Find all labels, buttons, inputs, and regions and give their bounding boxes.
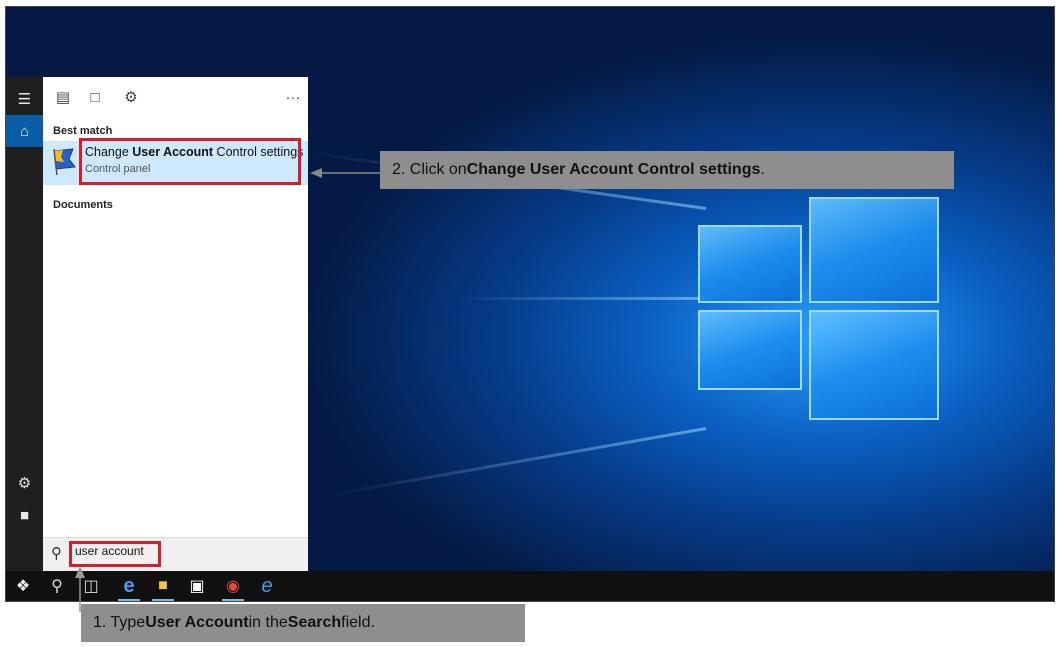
best-match-heading: Best match bbox=[53, 125, 113, 137]
chrome-icon[interactable]: ◉ bbox=[216, 571, 250, 601]
store-icon[interactable]: ▣ bbox=[180, 571, 214, 601]
file-explorer-icon[interactable]: ■ bbox=[146, 571, 180, 601]
hamburger-icon[interactable]: ☰ bbox=[6, 83, 43, 115]
step-2-callout: 2. Click on Change User Account Control … bbox=[380, 151, 954, 189]
taskbar: ❖ ⚲ ◫ e ■ ▣ ◉ e bbox=[6, 571, 1054, 601]
step-1-callout: 1. Type User Account in the Search field… bbox=[81, 604, 525, 642]
search-icon[interactable]: ⚲ bbox=[40, 571, 74, 601]
flag-icon bbox=[53, 148, 76, 176]
edge-icon[interactable]: e bbox=[112, 571, 146, 601]
screenshot-frame: ☰ ⌂ ⚙ ■ ▤ □ ⚙ ··· Best match Change User… bbox=[5, 6, 1055, 602]
light-beam bbox=[456, 297, 706, 300]
document-icon[interactable]: □ bbox=[83, 85, 107, 109]
arrow-left-icon bbox=[310, 168, 382, 178]
more-options-button[interactable]: ··· bbox=[281, 85, 305, 109]
internet-explorer-icon[interactable]: e bbox=[250, 571, 284, 601]
search-icon: ⚲ bbox=[51, 545, 62, 562]
windows-logo-icon[interactable]: ❖ bbox=[6, 571, 40, 601]
logo-pane bbox=[809, 310, 939, 420]
light-beam bbox=[331, 427, 707, 496]
gear-icon[interactable]: ⚙ bbox=[119, 85, 143, 109]
logo-pane bbox=[698, 310, 802, 390]
search-results-panel: ▤ □ ⚙ ··· Best match Change User Account… bbox=[43, 77, 308, 571]
start-menu-rail: ☰ ⌂ ⚙ ■ bbox=[6, 77, 43, 571]
user-icon[interactable]: ■ bbox=[6, 499, 43, 531]
logo-pane bbox=[698, 225, 802, 303]
documents-heading: Documents bbox=[53, 199, 113, 211]
best-match-result[interactable]: Change User Account Control settings Con… bbox=[43, 138, 308, 185]
logo-pane bbox=[809, 197, 939, 303]
gear-icon[interactable]: ⚙ bbox=[6, 467, 43, 499]
highlight-box bbox=[69, 541, 161, 567]
home-icon[interactable]: ⌂ bbox=[6, 115, 43, 147]
apps-icon[interactable]: ▤ bbox=[51, 85, 75, 109]
highlight-box bbox=[79, 138, 301, 185]
